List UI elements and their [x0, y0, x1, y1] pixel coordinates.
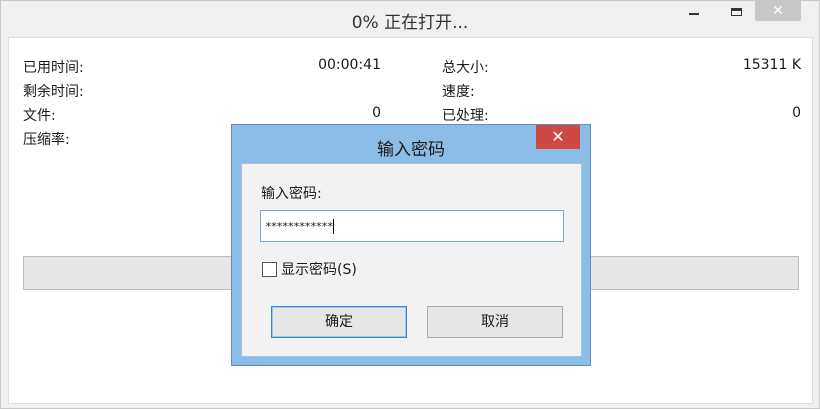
show-password-label: 显示密码(S) [281, 262, 357, 278]
remaining-time-label: 剩余时间: [23, 84, 84, 100]
speed-label: 速度: [442, 84, 475, 100]
processed-label: 已处理: [442, 108, 489, 124]
maximize-button[interactable] [723, 1, 749, 23]
file-label: 文件: [23, 108, 56, 124]
elapsed-time-value: 00:00:41 [318, 57, 381, 73]
text-caret [333, 218, 335, 234]
window-close-button[interactable]: ✕ [755, 1, 801, 21]
processed-value: 0 [792, 105, 801, 121]
close-icon: ✕ [772, 3, 784, 19]
total-size-value: 15311 K [742, 57, 801, 73]
dialog-close-button[interactable]: ✕ [536, 125, 580, 149]
extraction-window: 0% 正在打开... ✕ 已用时间: 00:00:41 剩余时间: 文件: 0 … [0, 0, 820, 409]
compression-ratio-label: 压缩率: [23, 132, 70, 148]
title-bar[interactable]: 0% 正在打开... ✕ [1, 1, 819, 37]
file-value: 0 [372, 105, 381, 121]
show-password-option[interactable]: 显示密码(S) [262, 259, 357, 279]
maximize-icon [730, 8, 742, 16]
minimize-icon [689, 13, 699, 15]
close-icon: ✕ [551, 127, 565, 146]
minimize-button[interactable] [681, 1, 707, 23]
dialog-body: 输入密码: ************ 显示密码(S) 确定 取消 [241, 163, 582, 357]
password-label: 输入密码: [261, 186, 322, 202]
cancel-button[interactable]: 取消 [427, 306, 563, 338]
show-password-checkbox[interactable] [262, 261, 277, 277]
elapsed-time-label: 已用时间: [23, 60, 84, 76]
password-input[interactable]: ************ [260, 210, 564, 242]
password-dialog: 输入密码 ✕ 输入密码: ************ 显示密码(S) 确定 取消 [231, 124, 591, 366]
password-masked-value: ************ [265, 219, 333, 233]
ok-button[interactable]: 确定 [271, 306, 407, 338]
total-size-label: 总大小: [442, 60, 489, 76]
